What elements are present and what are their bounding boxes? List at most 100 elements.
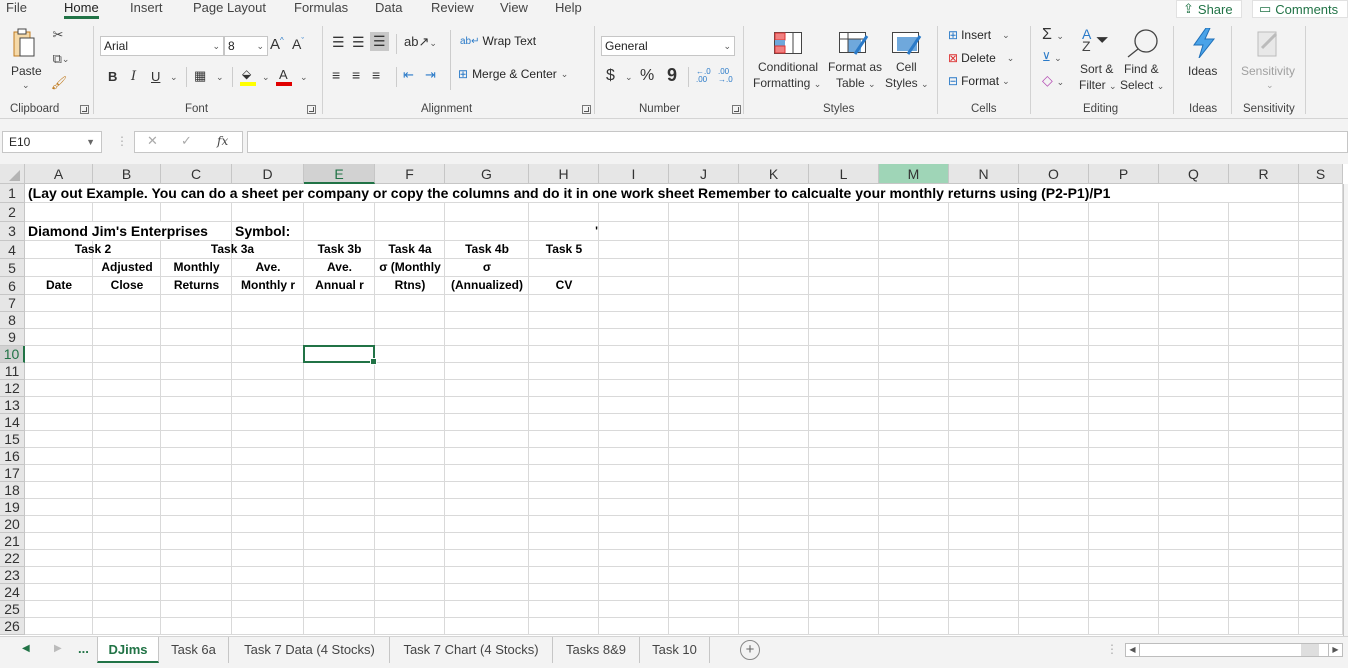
column-header-q[interactable]: Q <box>1159 164 1229 184</box>
column-header-o[interactable]: O <box>1019 164 1089 184</box>
increase-indent-icon[interactable]: ⇥ <box>425 67 436 83</box>
font-launcher-icon[interactable] <box>307 105 316 114</box>
align-right-icon[interactable]: ≡ <box>372 67 380 83</box>
sheet-tab-task-6a[interactable]: Task 6a <box>159 637 229 663</box>
cell-a3[interactable]: Diamond Jim's Enterprises <box>28 222 231 240</box>
cell-g4[interactable]: Task 4b <box>445 241 529 258</box>
wrap-text-button[interactable]: ab↵ Wrap Text <box>460 34 536 48</box>
tab-view[interactable]: View <box>500 0 528 20</box>
row-header-7[interactable]: 7 <box>0 295 25 312</box>
sheet-tab-djims[interactable]: DJims <box>97 637 159 663</box>
column-header-r[interactable]: R <box>1229 164 1299 184</box>
bottom-align-icon[interactable]: ☰ <box>370 32 389 51</box>
column-header-g[interactable]: G <box>445 164 529 184</box>
italic-button[interactable]: I <box>131 69 136 84</box>
sheet-tab-tasks-8-9[interactable]: Tasks 8&9 <box>553 637 640 663</box>
cell-c5[interactable]: Monthly <box>161 259 232 276</box>
row-header-1[interactable]: 1 <box>0 184 25 203</box>
bold-button[interactable]: B <box>108 69 117 84</box>
cell-g6[interactable]: (Annualized) <box>445 277 529 294</box>
align-left-icon[interactable]: ≡ <box>332 67 340 83</box>
cell-f4[interactable]: Task 4a <box>375 241 445 258</box>
row-header-19[interactable]: 19 <box>0 499 25 516</box>
currency-button[interactable]: $ <box>606 67 615 85</box>
font-color-button[interactable]: A <box>276 67 294 87</box>
fill-color-button[interactable]: ⬙ <box>240 67 258 87</box>
next-sheet-icon[interactable]: ▶ <box>54 643 62 654</box>
row-header-6[interactable]: 6 <box>0 277 25 295</box>
font-size-select[interactable]: 8 ⌄ <box>224 36 268 56</box>
tab-split-handle-icon[interactable]: ⋮ <box>1106 642 1118 656</box>
format-as-table-button[interactable]: Format as Table ⌄ <box>826 30 882 90</box>
tab-insert[interactable]: Insert <box>130 0 163 20</box>
tab-review[interactable]: Review <box>431 0 474 20</box>
font-color-dropdown-icon[interactable]: ⌄ <box>300 72 308 83</box>
row-header-3[interactable]: 3 <box>0 222 25 241</box>
align-center-icon[interactable]: ≡ <box>352 67 360 83</box>
sort-filter-button[interactable]: AZ ⏷ Sort & Filter ⌄ <box>1078 27 1117 92</box>
column-header-m[interactable]: M <box>879 164 949 184</box>
formula-input[interactable] <box>247 131 1348 153</box>
autosum-icon[interactable]: Σ ⌄ <box>1042 26 1064 44</box>
enter-icon[interactable]: ✓ <box>181 134 192 149</box>
drag-handle-icon[interactable]: ⋮ <box>116 134 128 148</box>
row-header-9[interactable]: 9 <box>0 329 25 346</box>
horizontal-scrollbar[interactable]: ◀ ▶ <box>1125 643 1343 657</box>
find-select-button[interactable]: Find & Select ⌄ <box>1120 28 1164 92</box>
row-header-15[interactable]: 15 <box>0 431 25 448</box>
column-header-s[interactable]: S <box>1299 164 1343 184</box>
cell-h6[interactable]: CV <box>529 277 599 294</box>
paste-dropdown-icon[interactable]: ⌄ <box>22 80 30 91</box>
column-header-a[interactable]: A <box>25 164 93 184</box>
tab-page-layout[interactable]: Page Layout <box>193 0 266 20</box>
merge-center-button[interactable]: ⊞ Merge & Center ⌄ <box>458 67 568 81</box>
row-header-14[interactable]: 14 <box>0 414 25 431</box>
add-sheet-button[interactable]: + <box>740 640 760 660</box>
insert-cells-button[interactable]: ⊞ Insert ⌄ <box>948 28 1010 42</box>
column-header-j[interactable]: J <box>669 164 739 184</box>
currency-dropdown-icon[interactable]: ⌄ <box>625 72 633 83</box>
row-header-24[interactable]: 24 <box>0 584 25 601</box>
row-header-17[interactable]: 17 <box>0 465 25 482</box>
conditional-formatting-button[interactable]: Conditional Formatting ⌄ <box>753 30 821 90</box>
row-header-18[interactable]: 18 <box>0 482 25 499</box>
cell-c4[interactable]: Task 3a <box>161 241 304 258</box>
sensitivity-button[interactable]: Sensitivity ⌄ <box>1238 26 1300 96</box>
column-header-d[interactable]: D <box>232 164 304 184</box>
column-header-l[interactable]: L <box>809 164 879 184</box>
number-launcher-icon[interactable] <box>732 105 741 114</box>
sheet-tab-task-10[interactable]: Task 10 <box>640 637 710 663</box>
prev-sheet-icon[interactable]: ◀ <box>22 643 30 654</box>
cancel-icon[interactable]: ✕ <box>147 134 158 149</box>
decrease-indent-icon[interactable]: ⇤ <box>403 67 414 83</box>
cell-h4[interactable]: Task 5 <box>529 241 599 258</box>
sheet-tab-task-7-data-4-stocks-[interactable]: Task 7 Data (4 Stocks) <box>230 637 390 663</box>
top-align-icon[interactable]: ☰ <box>332 34 345 51</box>
alignment-launcher-icon[interactable] <box>582 105 591 114</box>
row-header-12[interactable]: 12 <box>0 380 25 397</box>
underline-button[interactable]: U <box>151 69 160 84</box>
copy-icon[interactable]: ⧉ ⌄ <box>48 50 74 68</box>
cell-a1[interactable]: (Lay out Example. You can do a sheet per… <box>28 184 1298 202</box>
format-cells-button[interactable]: ⊟ Format ⌄ <box>948 74 1010 88</box>
scroll-right-icon[interactable]: ▶ <box>1328 644 1342 656</box>
vertical-scrollbar[interactable] <box>1343 184 1348 636</box>
cell-b5[interactable]: Adjusted <box>93 259 161 276</box>
column-header-i[interactable]: I <box>599 164 669 184</box>
borders-icon[interactable]: ▦ <box>194 68 206 84</box>
tab-formulas[interactable]: Formulas <box>294 0 348 20</box>
cell-a6[interactable]: Date <box>25 277 93 294</box>
name-box[interactable]: E10 ▼ <box>2 131 102 153</box>
middle-align-icon[interactable]: ☰ <box>352 34 365 51</box>
column-header-k[interactable]: K <box>739 164 809 184</box>
select-all-corner[interactable] <box>0 164 25 184</box>
clear-icon[interactable]: ◇ ⌄ <box>1042 72 1064 89</box>
column-header-b[interactable]: B <box>93 164 161 184</box>
fill-icon[interactable]: ⊻ ⌄ <box>1042 50 1062 64</box>
comments-button[interactable]: ▭ Comments <box>1252 0 1348 18</box>
share-button[interactable]: ⇪ Share <box>1176 0 1242 18</box>
paste-button[interactable] <box>12 28 36 58</box>
underline-dropdown-icon[interactable]: ⌄ <box>170 72 178 83</box>
cut-icon[interactable]: ✂ <box>50 26 66 44</box>
tab-help[interactable]: Help <box>555 0 582 20</box>
